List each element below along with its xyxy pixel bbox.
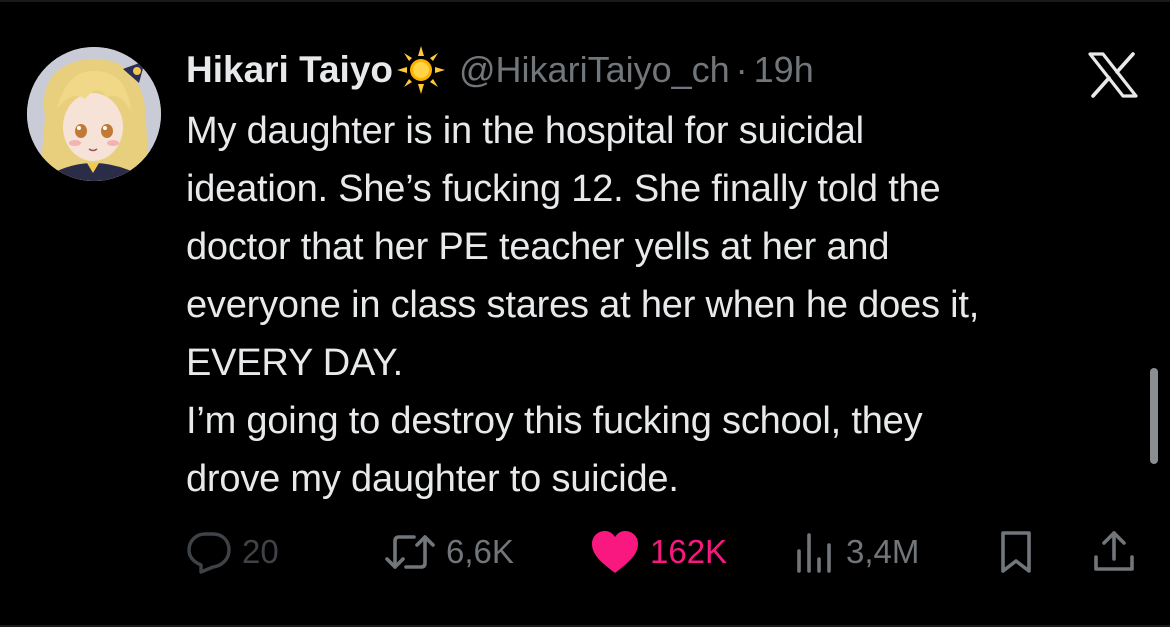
like-button[interactable]: 162K bbox=[590, 524, 727, 580]
retweet-icon bbox=[384, 529, 436, 575]
retweet-button[interactable]: 6,6K bbox=[384, 524, 514, 580]
x-logo-icon[interactable] bbox=[1088, 52, 1138, 98]
views-count: 3,4M bbox=[846, 533, 920, 570]
handle[interactable]: @HikariTaiyo_ch bbox=[459, 49, 730, 91]
action-bar: 20 6,6K 162K 3,4M bbox=[0, 524, 1170, 580]
timestamp[interactable]: 19h bbox=[754, 49, 814, 91]
reply-icon bbox=[186, 529, 232, 575]
reply-count: 20 bbox=[242, 533, 279, 570]
bookmark-button[interactable] bbox=[996, 524, 1036, 580]
retweet-count: 6,6K bbox=[446, 533, 514, 570]
tweet-text: My daughter is in the hospital for suici… bbox=[186, 110, 980, 500]
bookmark-icon bbox=[996, 529, 1036, 575]
sun-icon bbox=[395, 44, 447, 96]
top-divider bbox=[0, 0, 1170, 2]
views-icon bbox=[794, 529, 836, 575]
share-icon bbox=[1092, 529, 1136, 575]
avatar-image bbox=[27, 47, 161, 181]
share-button[interactable] bbox=[1092, 524, 1136, 580]
display-name[interactable]: Hikari Taiyo bbox=[186, 49, 393, 91]
views-button[interactable]: 3,4M bbox=[794, 524, 919, 580]
reply-button[interactable]: 20 bbox=[186, 524, 279, 580]
heart-icon bbox=[590, 529, 640, 575]
tweet-header: Hikari Taiyo @HikariTaiyo_ch · 19h bbox=[186, 42, 814, 98]
separator-dot: · bbox=[735, 49, 748, 90]
avatar[interactable] bbox=[27, 47, 161, 181]
scrollbar[interactable] bbox=[1150, 368, 1158, 464]
like-count: 162K bbox=[650, 533, 728, 570]
